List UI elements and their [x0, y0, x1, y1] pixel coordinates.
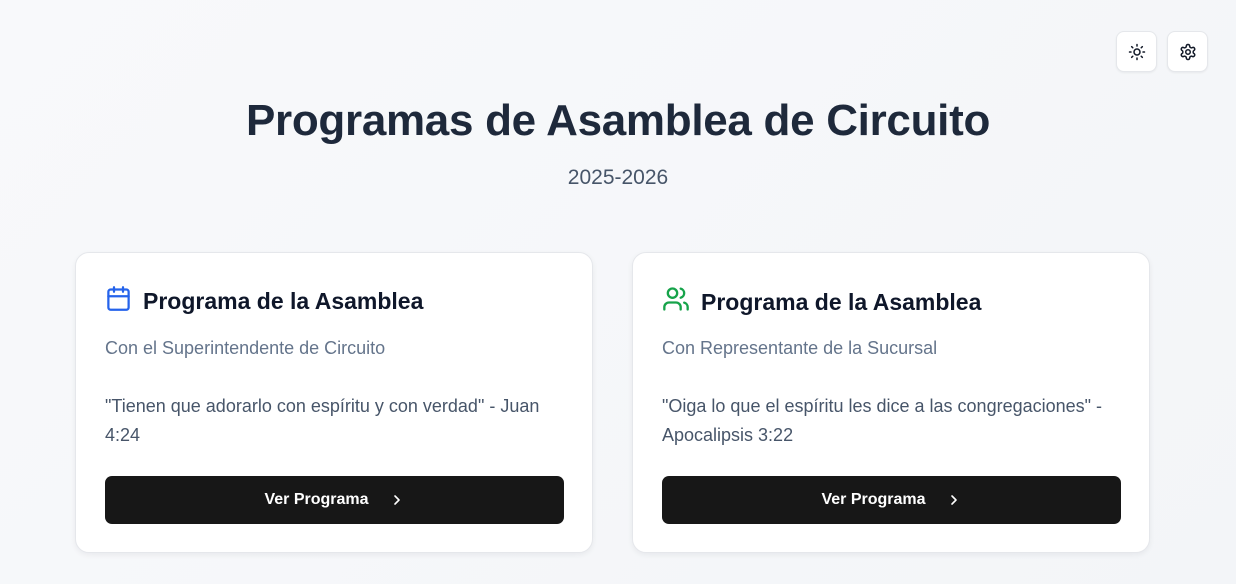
- card-header: Programa de la Asamblea: [105, 285, 423, 317]
- button-label: Ver Programa: [264, 491, 369, 508]
- page-subtitle: 2025-2026: [567, 166, 669, 189]
- theme-toggle-button[interactable]: [1116, 31, 1157, 72]
- button-label: Ver Programa: [821, 491, 926, 508]
- top-actions: [1116, 31, 1208, 72]
- users-icon: [662, 285, 690, 318]
- card-title: Programa de la Asamblea: [143, 288, 424, 314]
- gear-icon: [1179, 43, 1197, 61]
- view-program-button[interactable]: Ver Programa: [105, 476, 564, 524]
- program-card-branch-representative: Programa de la Asamblea Con Representant…: [632, 252, 1150, 553]
- program-card-circuit-overseer: Programa de la Asamblea Con el Superinte…: [75, 252, 593, 553]
- card-quote: "Tienen que adorarlo con espíritu y con …: [105, 396, 540, 445]
- chevron-right-icon: [389, 492, 405, 508]
- page-title: Programas de Asamblea de Circuito: [245, 96, 991, 145]
- view-program-button[interactable]: Ver Programa: [662, 476, 1121, 524]
- calendar-icon: [105, 285, 132, 317]
- sun-icon: [1128, 43, 1146, 61]
- card-quote: "Oiga lo que el espíritu les dice a las …: [662, 396, 1103, 445]
- card-title: Programa de la Asamblea: [701, 288, 982, 315]
- settings-button[interactable]: [1167, 31, 1208, 72]
- card-header: Programa de la Asamblea: [662, 285, 981, 318]
- chevron-right-icon: [946, 492, 962, 508]
- card-description: Con el Superintendente de Circuito: [105, 338, 386, 358]
- card-description: Con Representante de la Sucursal: [662, 338, 938, 358]
